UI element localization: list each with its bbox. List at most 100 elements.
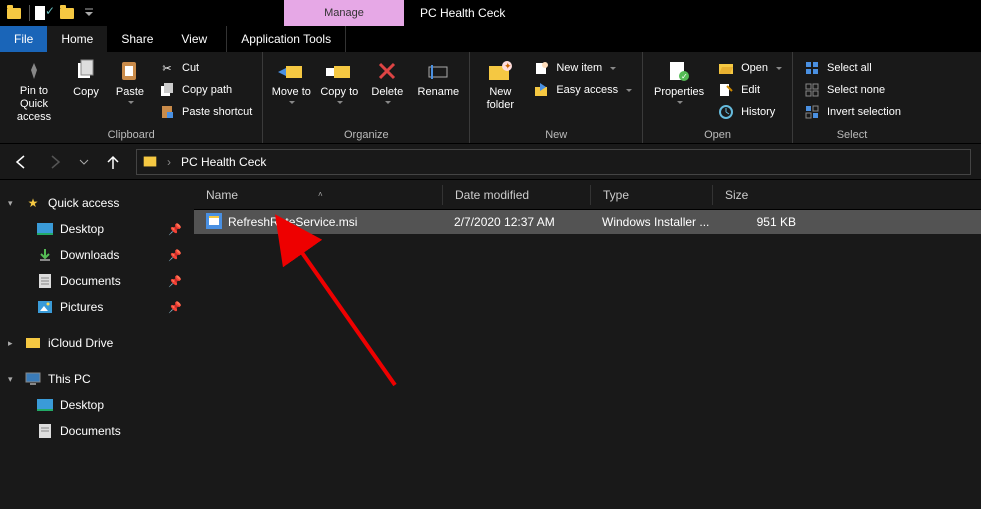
tab-home[interactable]: Home — [47, 26, 107, 52]
chevron-down-icon: ▾ — [8, 198, 18, 209]
tree-icloud-drive[interactable]: ▸ iCloud Drive — [0, 330, 194, 356]
new-folder-qat-icon[interactable] — [57, 3, 77, 23]
documents-icon — [36, 423, 54, 439]
column-size[interactable]: Size — [712, 185, 808, 205]
group-label-clipboard: Clipboard — [6, 129, 256, 143]
ribbon-group-open: ✓ Properties Open Edit History Open — [643, 52, 793, 143]
move-to-button[interactable]: Move to — [269, 58, 313, 124]
history-button[interactable]: History — [713, 102, 786, 122]
tab-application-tools[interactable]: Application Tools — [226, 26, 346, 52]
paste-icon — [116, 58, 144, 84]
delete-button[interactable]: Delete — [365, 58, 409, 124]
folder-icon — [24, 335, 42, 351]
separator — [29, 5, 30, 21]
folder-icon — [144, 157, 157, 167]
file-name: RefreshRateService.msi — [228, 215, 357, 229]
nav-recent-dropdown[interactable] — [78, 151, 90, 173]
copy-button[interactable]: Copy — [66, 58, 106, 124]
group-label-select: Select — [799, 129, 905, 143]
open-button[interactable]: Open — [713, 58, 786, 78]
window-title: PC Health Ceck — [404, 0, 505, 26]
star-icon: ★ — [24, 195, 42, 211]
sort-asc-icon: ˄ — [318, 190, 323, 199]
file-type: Windows Installer ... — [590, 215, 712, 229]
tree-pc-desktop[interactable]: Desktop — [0, 392, 194, 418]
content-body: ▾ ★ Quick access Desktop📌 Downloads📌 Doc… — [0, 180, 981, 509]
column-name[interactable]: Name˄ — [194, 188, 442, 202]
column-headers: Name˄ Date modified Type Size — [194, 180, 981, 210]
properties-qat-icon[interactable] — [35, 3, 55, 23]
invert-selection-button[interactable]: Invert selection — [799, 102, 905, 122]
ribbon-tabs: File Home Share View Application Tools — [0, 26, 981, 52]
select-none-button[interactable]: Select none — [799, 80, 905, 100]
group-label-organize: Organize — [269, 129, 463, 143]
documents-icon — [36, 273, 54, 289]
pin-icon — [20, 58, 48, 83]
pc-icon — [24, 371, 42, 387]
file-date: 2/7/2020 12:37 AM — [442, 215, 590, 229]
tree-quick-access[interactable]: ▾ ★ Quick access — [0, 190, 194, 216]
address-bar[interactable]: › PC Health Ceck — [136, 149, 971, 175]
rename-button[interactable]: Rename — [413, 58, 463, 124]
msi-file-icon — [206, 213, 222, 232]
nav-up-button[interactable] — [102, 151, 124, 173]
qat-dropdown-icon[interactable] — [79, 3, 99, 23]
copy-to-icon — [325, 58, 353, 84]
file-size: 951 KB — [712, 215, 808, 229]
column-date[interactable]: Date modified — [442, 185, 590, 205]
tree-item-documents[interactable]: Documents📌 — [0, 268, 194, 294]
tree-this-pc[interactable]: ▾ This PC — [0, 366, 194, 392]
pin-to-quick-access-button[interactable]: Pin to Quick access — [6, 58, 62, 124]
tab-share[interactable]: Share — [107, 26, 167, 52]
tab-file[interactable]: File — [0, 26, 47, 52]
tree-item-desktop[interactable]: Desktop📌 — [0, 216, 194, 242]
contextual-tab-manage[interactable]: Manage — [284, 0, 404, 26]
pin-icon: 📌 — [168, 275, 182, 288]
paste-shortcut-button[interactable]: Paste shortcut — [154, 102, 256, 122]
file-row[interactable]: RefreshRateService.msi 2/7/2020 12:37 AM… — [194, 210, 981, 234]
quick-access-toolbar — [0, 0, 99, 26]
column-type[interactable]: Type — [590, 185, 712, 205]
edit-button[interactable]: Edit — [713, 80, 786, 100]
pin-icon: 📌 — [168, 223, 182, 236]
breadcrumb-item[interactable]: PC Health Ceck — [181, 155, 266, 169]
history-icon — [717, 104, 735, 120]
copy-label: Copy — [73, 86, 99, 99]
pin-label: Pin to Quick access — [6, 85, 62, 124]
move-to-icon — [277, 58, 305, 84]
open-icon — [717, 60, 735, 76]
copy-icon — [72, 58, 100, 84]
tab-view[interactable]: View — [167, 26, 221, 52]
edit-icon — [717, 82, 735, 98]
cut-button[interactable]: ✂Cut — [154, 58, 256, 78]
ribbon-group-organize: Move to Copy to Delete Rename Organize — [263, 52, 470, 143]
group-label-new: New — [476, 129, 636, 143]
chevron-down-icon: ▾ — [8, 374, 18, 385]
tree-item-downloads[interactable]: Downloads📌 — [0, 242, 194, 268]
new-folder-icon: ✦ — [486, 58, 514, 84]
scissors-icon: ✂ — [158, 60, 176, 76]
select-all-icon — [803, 60, 821, 76]
copy-path-button[interactable]: Copy path — [154, 80, 256, 100]
new-item-icon — [532, 60, 550, 76]
svg-text:✓: ✓ — [681, 72, 688, 81]
properties-button[interactable]: ✓ Properties — [649, 58, 709, 124]
new-folder-button[interactable]: ✦ New folder — [476, 58, 524, 124]
new-item-button[interactable]: New item — [528, 58, 636, 78]
select-none-icon — [803, 82, 821, 98]
rename-icon — [424, 58, 452, 84]
copy-to-button[interactable]: Copy to — [317, 58, 361, 124]
nav-bar: › PC Health Ceck — [0, 144, 981, 180]
properties-icon: ✓ — [665, 58, 693, 84]
paste-button[interactable]: Paste — [110, 58, 150, 124]
tree-pc-documents[interactable]: Documents — [0, 418, 194, 444]
chevron-right-icon: ▸ — [8, 338, 18, 349]
select-all-button[interactable]: Select all — [799, 58, 905, 78]
nav-back-button[interactable] — [10, 151, 32, 173]
nav-forward-button[interactable] — [44, 151, 66, 173]
copy-path-icon — [158, 82, 176, 98]
tree-item-pictures[interactable]: Pictures📌 — [0, 294, 194, 320]
ribbon-group-clipboard: Pin to Quick access Copy Paste ✂Cut Copy… — [0, 52, 263, 143]
title-bar: Manage PC Health Ceck — [0, 0, 981, 26]
easy-access-button[interactable]: Easy access — [528, 80, 636, 100]
